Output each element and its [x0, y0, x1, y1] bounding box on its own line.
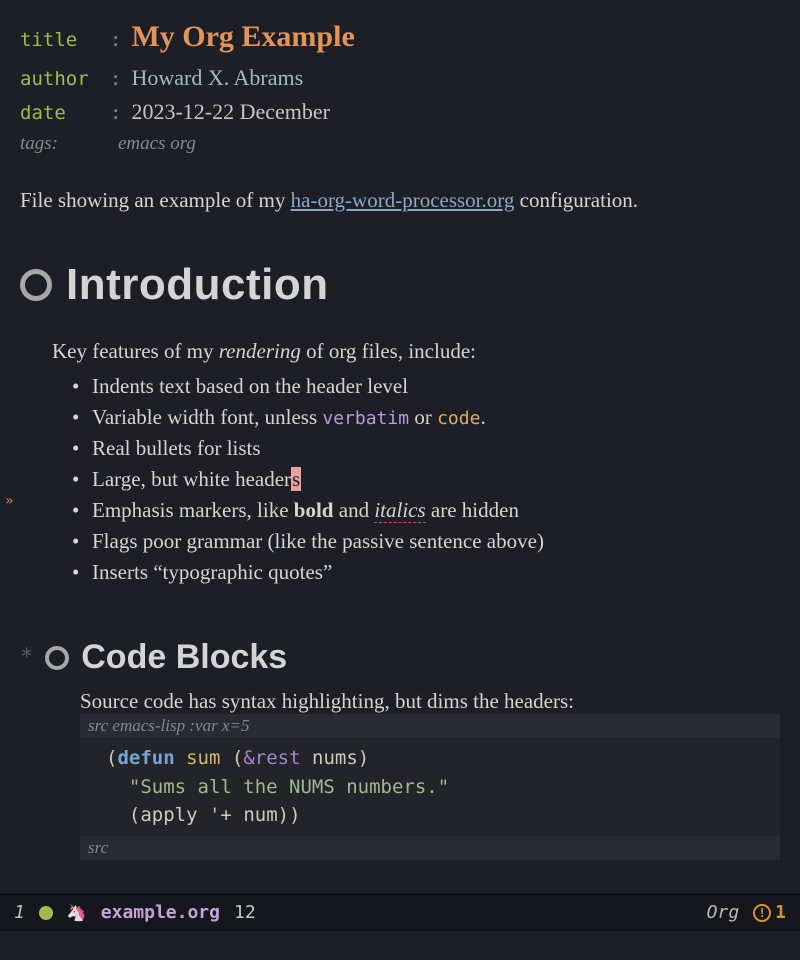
- warning-icon: !: [753, 904, 771, 922]
- heading-code-blocks[interactable]: * Code Blocks: [20, 638, 780, 677]
- src-block-footer: src: [80, 836, 780, 860]
- modeline-logo-icon: 🦄: [67, 903, 87, 922]
- section-introduction: Introduction Key features of my renderin…: [20, 260, 780, 589]
- list-item: Large, but white headers: [72, 464, 780, 495]
- org-star-icon: *: [20, 645, 33, 670]
- meta-title-line: title: My Org Example: [20, 14, 780, 61]
- feature-list: Indents text based on the header level V…: [72, 371, 780, 589]
- fringe-indicator-icon: »: [5, 493, 13, 509]
- code-text: code: [437, 408, 480, 429]
- meta-title-key: title: [20, 26, 110, 55]
- lead-before: Key features of my: [52, 339, 219, 363]
- list-item: Variable width font, unless verbatim or …: [72, 402, 780, 433]
- code-line: (defun sum (&rest nums): [106, 744, 754, 773]
- bold-text: bold: [294, 498, 334, 522]
- document-title: My Org Example: [131, 14, 354, 61]
- list-item: Indents text based on the header level: [72, 371, 780, 402]
- modeline-filename[interactable]: example.org: [101, 902, 220, 923]
- warning-count: 1: [775, 902, 786, 923]
- modeline-flycheck-warning[interactable]: ! 1: [753, 902, 786, 923]
- intro-paragraph: File showing an example of my ha-org-wor…: [20, 186, 780, 215]
- meta-date-line: date: 2023-12-22 December: [20, 95, 780, 129]
- buffer-area[interactable]: title: My Org Example author: Howard X. …: [0, 0, 800, 860]
- meta-author-key: author: [20, 65, 110, 94]
- list-item: Flags poor grammar (like the passive sen…: [72, 526, 780, 557]
- meta-date-key: date: [20, 99, 110, 128]
- heading-text: Code Blocks: [81, 638, 287, 677]
- section1-body: Key features of my rendering of org file…: [52, 336, 780, 589]
- heading-bullet-icon: [45, 646, 69, 670]
- config-link[interactable]: ha-org-word-processor.org: [291, 188, 515, 212]
- intro-text-before: File showing an example of my: [20, 188, 291, 212]
- meta-author-line: author: Howard X. Abrams: [20, 61, 780, 95]
- lead-italic: rendering: [219, 339, 301, 363]
- modeline-major-mode[interactable]: Org: [707, 902, 740, 923]
- code-line: "Sums all the NUMS numbers.": [106, 773, 754, 802]
- heading-bullet-icon: [20, 269, 52, 301]
- src-block-body[interactable]: (defun sum (&rest nums) "Sums all the NU…: [80, 738, 780, 836]
- modeline-modified-icon: [39, 906, 53, 920]
- list-item: Real bullets for lists: [72, 433, 780, 464]
- meta-tags-key: tags:: [20, 129, 110, 158]
- intro-text-after: configuration.: [514, 188, 638, 212]
- modeline-line-number: 12: [234, 902, 256, 923]
- code-blocks-intro: Source code has syntax highlighting, but…: [80, 689, 780, 714]
- text-cursor: s: [291, 467, 301, 491]
- document-tags: emacs org: [118, 129, 196, 158]
- document-author: Howard X. Abrams: [131, 61, 303, 95]
- italics-text: italics: [374, 498, 425, 523]
- minibuffer[interactable]: [0, 930, 800, 960]
- verbatim-text: verbatim: [322, 408, 409, 429]
- heading-text: Introduction: [66, 260, 329, 310]
- document-date: 2023-12-22 December: [131, 95, 330, 129]
- code-line: (apply '+ num)): [106, 801, 754, 830]
- list-item: Inserts “typographic quotes”: [72, 557, 780, 588]
- modeline-window-number: 1: [14, 902, 25, 923]
- src-block-header: src emacs-lisp :var x=5: [80, 714, 780, 738]
- meta-tags-line: tags: emacs org: [20, 129, 780, 158]
- modeline[interactable]: 1 🦄 example.org 12 Org ! 1: [0, 894, 800, 930]
- section-code-blocks: * Code Blocks Source code has syntax hig…: [20, 638, 780, 860]
- lead-after: of org files, include:: [301, 339, 476, 363]
- list-item: Emphasis markers, like bold and italics …: [72, 495, 780, 526]
- heading-introduction[interactable]: Introduction: [20, 260, 780, 310]
